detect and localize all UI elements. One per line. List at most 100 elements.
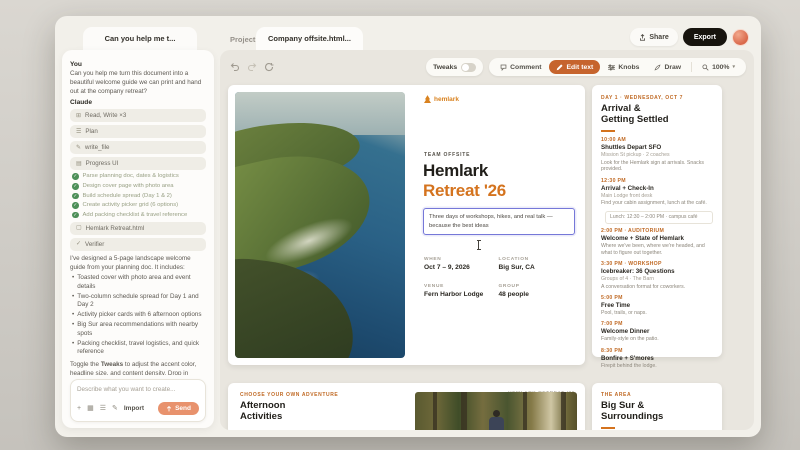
- tweaks-label: Tweaks: [433, 64, 457, 71]
- chat-composer[interactable]: Describe what you want to create... + ▦ …: [70, 379, 206, 422]
- design-canvas[interactable]: Tweaks Comment Edit text Knobs: [220, 50, 754, 430]
- schedule-note: Lunch: 12:30 – 2:00 PM · campus café: [605, 211, 713, 224]
- chevron-down-icon: ▾: [732, 64, 735, 70]
- area-eyebrow: THE AREA: [601, 392, 713, 398]
- bullet-icon: •: [72, 274, 74, 291]
- schedule-item: 3:30 PM · WORKSHOP Icebreaker: 36 Questi…: [601, 261, 713, 291]
- day1-title: Arrival &Getting Settled: [601, 104, 713, 125]
- send-button[interactable]: Send: [158, 402, 199, 415]
- check-icon: ✓: [72, 183, 79, 190]
- hemlark-logo: hemlark: [424, 95, 459, 103]
- tool-chip-plan[interactable]: ☰ Plan: [70, 125, 206, 138]
- draw-icon: [654, 64, 661, 71]
- comment-icon: [500, 64, 507, 71]
- cover-page[interactable]: hemlark TEAM OFFSITE Hemlark Retreat '26…: [228, 85, 585, 365]
- pencil-icon[interactable]: ✎: [112, 405, 118, 412]
- send-arrow-icon: [166, 406, 172, 412]
- edit-text-icon: [556, 64, 563, 71]
- schedule-item: 5:00 PM Free Time Pool, trails, or naps.: [601, 295, 713, 317]
- cover-eyebrow: TEAM OFFSITE: [424, 152, 470, 158]
- selected-text-box[interactable]: Three days of workshops, hikes, and real…: [423, 208, 575, 235]
- progress-item: ✓ Parse planning doc, dates & logistics: [72, 173, 204, 180]
- refresh-icon[interactable]: [264, 62, 274, 72]
- schedule-item: 7:00 PM Welcome Dinner Family-style on t…: [601, 321, 713, 343]
- draw-mode-button[interactable]: Draw: [647, 60, 688, 74]
- mode-segmented-control: Comment Edit text Knobs Draw: [489, 58, 746, 76]
- assistant-summary-intro: I've designed a 5-page landscape welcome…: [70, 255, 206, 273]
- summary-bullet: • Packing checklist, travel logistics, a…: [72, 340, 206, 357]
- schedule-item: 12:30 PM Arrival + Check-In Main Lodge f…: [601, 178, 713, 224]
- progress-ui-icon: ▤: [76, 161, 82, 167]
- verifier-icon: ✓: [76, 241, 81, 247]
- read-write-icon: ⊞: [76, 113, 81, 119]
- file-chip-hemlark-retreat[interactable]: ▢ Hemlark Retreat.html: [70, 222, 206, 235]
- toolbar-divider: [691, 62, 692, 72]
- summary-bullet: • Toasted cover with photo area and even…: [72, 274, 206, 291]
- area-title: Big Sur &Surroundings: [601, 401, 713, 422]
- check-icon: ✓: [72, 202, 79, 209]
- summary-bullet: • Two-column schedule spread for Day 1 a…: [72, 293, 206, 310]
- share-button[interactable]: Share: [630, 28, 677, 46]
- check-icon: ✓: [72, 212, 79, 219]
- import-button[interactable]: Import: [124, 405, 144, 412]
- progress-item: ✓ Design cover page with photo area: [72, 183, 204, 190]
- file-icon: ▢: [76, 225, 82, 231]
- chat-scroll-area[interactable]: You Can you help me turn this document i…: [70, 58, 206, 375]
- plus-icon[interactable]: +: [77, 405, 81, 412]
- schedule-item: 10:00 AM Shuttles Depart SFO Mission St …: [601, 137, 713, 173]
- forest-photo[interactable]: [415, 392, 577, 430]
- app-window: Can you help me t... Project Company off…: [55, 16, 761, 437]
- detail-venue: VENUE Fern Harbor Lodge: [424, 284, 499, 298]
- summary-bullet: • Activity picker cards with 6 afternoon…: [72, 311, 206, 320]
- chat-panel: You Can you help me turn this document i…: [62, 50, 214, 428]
- detail-when: WHEN Oct 7 – 9, 2026: [424, 257, 499, 271]
- zoom-control[interactable]: 100% ▾: [695, 60, 742, 74]
- detail-group: GROUP 48 people: [499, 284, 574, 298]
- plan-icon: ☰: [76, 129, 81, 135]
- tool-chip-verifier[interactable]: ✓ Verifier: [70, 238, 206, 251]
- assistant-summary-outro: Toggle the Tweaks to adjust the accent c…: [70, 361, 206, 375]
- day1-schedule-page[interactable]: DAY 1 · WEDNESDAY, OCT 7 Arrival &Gettin…: [592, 85, 722, 357]
- edit-text-mode-button[interactable]: Edit text: [549, 60, 600, 74]
- day1-eyebrow: DAY 1 · WEDNESDAY, OCT 7: [601, 95, 713, 101]
- knobs-mode-button[interactable]: Knobs: [601, 60, 646, 74]
- user-message: Can you help me turn this document into …: [70, 70, 206, 96]
- schedule-item: 2:00 PM · AUDITORIUM Welcome + State of …: [601, 228, 713, 257]
- progress-item: ✓ Create activity picker grid (6 options…: [72, 202, 204, 209]
- assistant-label: Claude: [70, 99, 206, 106]
- comment-mode-button[interactable]: Comment: [493, 60, 548, 74]
- progress-item: ✓ Build schedule spread (Day 1 & 2): [72, 193, 204, 200]
- check-icon: ✓: [72, 173, 79, 180]
- area-page[interactable]: THE AREA Big Sur &Surroundings: [592, 383, 722, 430]
- progress-item: ✓ Add packing checklist & travel referen…: [72, 212, 204, 219]
- bullet-icon: •: [72, 321, 74, 338]
- bullet-icon: •: [72, 293, 74, 310]
- magnifier-icon: [702, 64, 709, 71]
- orange-divider: [601, 130, 615, 132]
- activities-page[interactable]: HEMLARK RETREAT '26 CHOOSE YOUR OWN ADVE…: [228, 383, 585, 430]
- bullet-icon: •: [72, 311, 74, 320]
- share-icon: [639, 34, 646, 41]
- tweaks-control: Tweaks: [426, 58, 483, 76]
- undo-icon[interactable]: [230, 62, 240, 72]
- tweaks-toggle[interactable]: [461, 63, 476, 72]
- chat-thread-tab[interactable]: Can you help me t...: [83, 27, 197, 50]
- tab-company-offsite-file[interactable]: Company offsite.html...: [256, 27, 363, 50]
- tool-chip-progress-ui[interactable]: ▤ Progress UI: [70, 157, 206, 170]
- menu-icon[interactable]: ☰: [100, 405, 106, 412]
- composer-input[interactable]: Describe what you want to create...: [77, 386, 199, 393]
- detail-location: LOCATION Big Sur, CA: [499, 257, 574, 271]
- cover-title-line2: Retreat '26: [423, 181, 506, 201]
- redo-icon[interactable]: [247, 62, 257, 72]
- write-file-icon: ✎: [76, 145, 81, 151]
- export-button[interactable]: Export: [683, 28, 727, 46]
- bullet-icon: •: [72, 340, 74, 357]
- image-icon[interactable]: ▦: [87, 405, 94, 412]
- schedule-item: 8:30 PM Bonfire + S'mores Firepit behind…: [601, 348, 713, 370]
- tool-chip-read-write[interactable]: ⊞ Read, Write ×3: [70, 109, 206, 122]
- tool-chip-write-file[interactable]: ✎ write_file: [70, 141, 206, 154]
- user-avatar[interactable]: [732, 29, 749, 46]
- user-message-label: You: [70, 61, 206, 68]
- text-cursor: [478, 241, 479, 249]
- cover-photo[interactable]: [235, 92, 405, 358]
